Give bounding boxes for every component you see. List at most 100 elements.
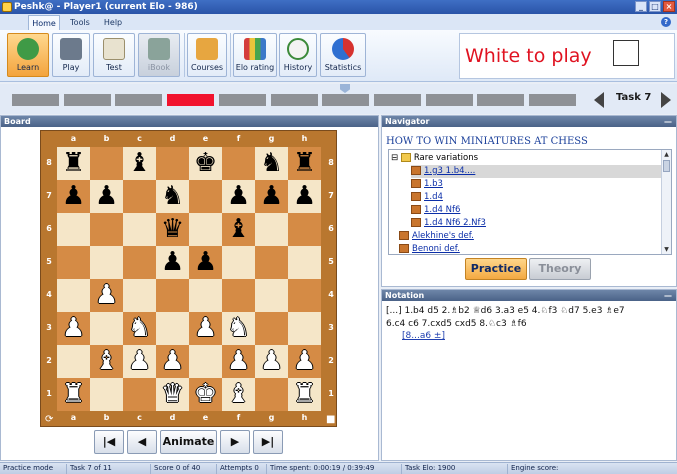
board-square[interactable]	[288, 312, 321, 345]
chess-piece[interactable]: ♝	[222, 213, 255, 246]
board-square[interactable]	[288, 213, 321, 246]
tree-item[interactable]: 1.d4	[411, 191, 651, 204]
play-button[interactable]: Play	[52, 33, 90, 77]
tree-item-label[interactable]: 1.d4 Nf6	[424, 205, 460, 215]
animate-button[interactable]: Animate	[160, 430, 217, 454]
tree-item[interactable]: 1.d4 Nf6	[411, 204, 651, 217]
chess-piece[interactable]: ♟	[57, 180, 90, 213]
board-square[interactable]	[123, 279, 156, 312]
task-progress-segment[interactable]	[270, 94, 318, 106]
board-square[interactable]	[57, 279, 90, 312]
courses-button[interactable]: Courses	[187, 33, 227, 77]
task-progress-segment[interactable]	[218, 94, 266, 106]
chess-piece[interactable]: ♝	[90, 345, 123, 378]
tab-help[interactable]: Help	[98, 15, 128, 30]
previous-task-icon[interactable]	[592, 90, 606, 110]
chess-piece[interactable]: ♟	[189, 312, 222, 345]
chess-piece[interactable]: ♛	[156, 213, 189, 246]
board-square[interactable]	[255, 213, 288, 246]
scroll-down-icon[interactable]: ▼	[662, 245, 671, 254]
statistics-button[interactable]: Statistics	[320, 33, 366, 77]
chess-piece[interactable]: ♟	[222, 345, 255, 378]
task-progress-segment[interactable]	[373, 94, 421, 106]
tree-item[interactable]: 1.b3	[411, 178, 651, 191]
board-square[interactable]	[90, 312, 123, 345]
board-square[interactable]	[255, 378, 288, 411]
task-progress-segment[interactable]	[115, 94, 163, 106]
previous-move-button[interactable]: ◀	[127, 430, 157, 454]
learn-button[interactable]: Learn	[7, 33, 49, 77]
board-square[interactable]	[90, 246, 123, 279]
history-button[interactable]: History	[279, 33, 317, 77]
chess-piece[interactable]: ♞	[156, 180, 189, 213]
chess-piece[interactable]: ♟	[156, 345, 189, 378]
maximize-icon[interactable]: □	[649, 1, 661, 12]
tree-item[interactable]: Benoni def.	[399, 243, 639, 254]
board-square[interactable]	[90, 378, 123, 411]
minimize-icon[interactable]: _	[635, 1, 647, 12]
help-icon[interactable]: ?	[661, 17, 671, 27]
board-square[interactable]	[222, 147, 255, 180]
board-square[interactable]	[222, 279, 255, 312]
board-square[interactable]	[189, 279, 222, 312]
chess-piece[interactable]: ♟	[123, 345, 156, 378]
tree-item[interactable]: 1.d4 Nf6 2.Nf3	[411, 217, 651, 230]
tree-item-label[interactable]: Benoni def.	[412, 244, 460, 254]
practice-button[interactable]: Practice	[465, 258, 527, 280]
scroll-thumb[interactable]	[663, 160, 670, 172]
board-square[interactable]	[123, 378, 156, 411]
tree-scrollbar[interactable]: ▲ ▼	[661, 150, 671, 254]
chess-piece[interactable]: ♝	[123, 147, 156, 180]
board-square[interactable]	[156, 312, 189, 345]
tree-item[interactable]: Alekhine's def.	[399, 230, 639, 243]
last-move-button[interactable]: ▶|	[253, 430, 283, 454]
next-task-icon[interactable]	[659, 90, 673, 110]
notation-line-1[interactable]: [...] 1.b4 d5 2.♗b2 ♕d6 3.a3 e5 4.♘f3 ♘d…	[386, 305, 672, 318]
tree-item-label[interactable]: 1.d4 Nf6 2.Nf3	[424, 218, 486, 228]
board-square[interactable]	[123, 180, 156, 213]
board-square[interactable]	[57, 246, 90, 279]
chess-piece[interactable]: ♞	[123, 312, 156, 345]
tree-item-label[interactable]: 1.d4	[424, 192, 443, 202]
chess-piece[interactable]: ♟	[189, 246, 222, 279]
elo-rating-button[interactable]: Elo rating	[233, 33, 277, 77]
chess-piece[interactable]: ♚	[189, 378, 222, 411]
board-square[interactable]	[57, 345, 90, 378]
board-square[interactable]	[189, 345, 222, 378]
variation-link[interactable]: [8...a6 ±]	[402, 331, 445, 341]
chess-piece[interactable]: ♜	[57, 147, 90, 180]
chess-piece[interactable]: ♟	[255, 180, 288, 213]
panel-pin-icon[interactable]: —	[664, 290, 672, 301]
chess-piece[interactable]: ♟	[57, 312, 90, 345]
tree-item-label[interactable]: Rare variations	[414, 153, 478, 163]
panel-pin-icon[interactable]: —	[664, 116, 672, 127]
collapse-icon[interactable]: ⊟	[391, 153, 401, 163]
board-square[interactable]	[156, 279, 189, 312]
board-square[interactable]	[222, 246, 255, 279]
tree-folder[interactable]: ⊟ Rare variations	[391, 152, 631, 165]
chess-piece[interactable]: ♛	[156, 378, 189, 411]
chess-piece[interactable]: ♞	[222, 312, 255, 345]
chess-piece[interactable]: ♞	[255, 147, 288, 180]
theory-button[interactable]: Theory	[529, 258, 591, 280]
next-move-button[interactable]: ▶	[220, 430, 250, 454]
tab-home[interactable]: Home	[28, 15, 60, 30]
board-square[interactable]	[255, 279, 288, 312]
tree-item-label[interactable]: Alekhine's def.	[412, 231, 474, 241]
chess-piece[interactable]: ♜	[288, 378, 321, 411]
chess-piece[interactable]: ♜	[288, 147, 321, 180]
tree-item-label[interactable]: 1.b3	[424, 179, 443, 189]
task-progress-segment[interactable]	[529, 94, 576, 106]
chess-piece[interactable]: ♚	[189, 147, 222, 180]
task-progress-segment[interactable]	[425, 94, 473, 106]
chess-piece[interactable]: ♟	[156, 246, 189, 279]
board-square[interactable]	[189, 213, 222, 246]
tab-tools[interactable]: Tools	[64, 15, 96, 30]
board-square[interactable]	[123, 213, 156, 246]
board-square[interactable]	[90, 147, 123, 180]
chess-piece[interactable]: ♟	[90, 279, 123, 312]
tree-item-label[interactable]: 1.g3 1.b4....	[424, 166, 475, 176]
task-progress-segment[interactable]	[322, 94, 370, 106]
chess-piece[interactable]: ♟	[255, 345, 288, 378]
task-progress-segment[interactable]	[167, 94, 215, 106]
